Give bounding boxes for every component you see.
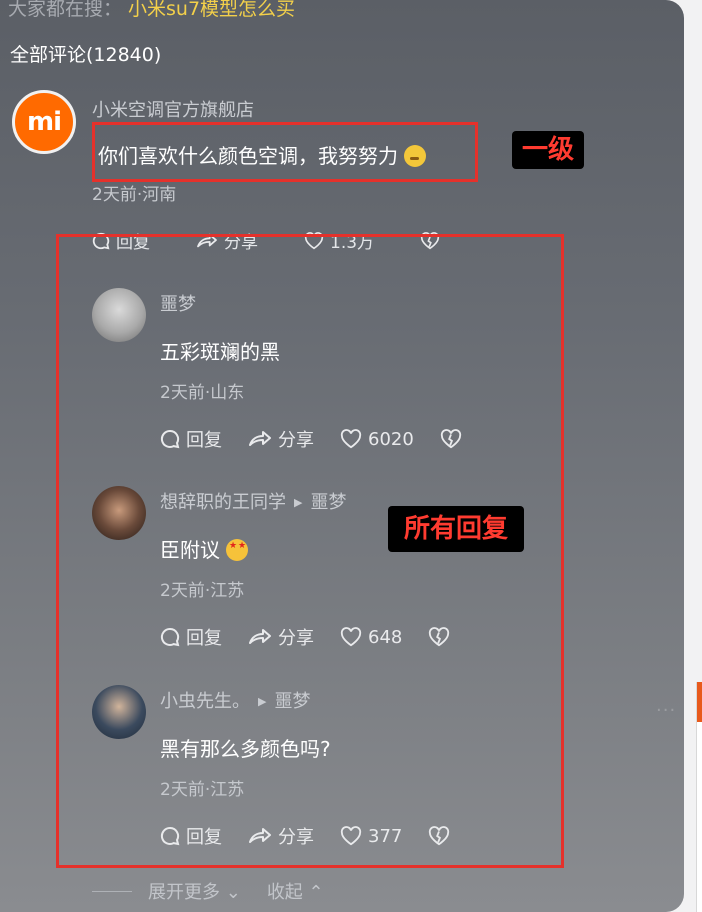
main-comment-author[interactable]: 小米空调官方旗舰店 (92, 96, 254, 122)
orange-accent (697, 682, 702, 722)
highlight-box-main-comment (92, 122, 478, 182)
background-window-edge (696, 682, 702, 912)
annotation-level1-label: 一级 (512, 131, 584, 169)
collapse-button[interactable]: 收起 ⌃ (267, 878, 324, 904)
comment-panel: 大家都在搜： 小米su7模型怎么买 全部评论(12840) mi 小米空调官方旗舰… (0, 0, 684, 912)
more-options-icon[interactable]: ··· (656, 700, 676, 721)
main-comment-meta: 2天前·河南 (92, 185, 177, 205)
collapse-label: 收起 (266, 882, 303, 903)
search-prefix: 大家都在搜： (8, 0, 123, 20)
footer-divider (92, 890, 132, 892)
annotation-all-replies-label: 所有回复 (388, 506, 524, 552)
expand-more-button[interactable]: 展开更多 ⌄ (148, 878, 241, 904)
comments-total: 全部评论(12840) (10, 44, 162, 66)
replies-footer: 展开更多 ⌄ 收起 ⌃ (92, 878, 324, 904)
search-keyword[interactable]: 小米su7模型怎么买 (128, 0, 295, 20)
avatar-xiaomi-logo[interactable]: mi (12, 90, 76, 154)
search-suggestion[interactable]: 大家都在搜： 小米su7模型怎么买 (8, 0, 295, 21)
xiaomi-logo-text: mi (26, 107, 62, 137)
expand-more-label: 展开更多 (148, 882, 220, 903)
